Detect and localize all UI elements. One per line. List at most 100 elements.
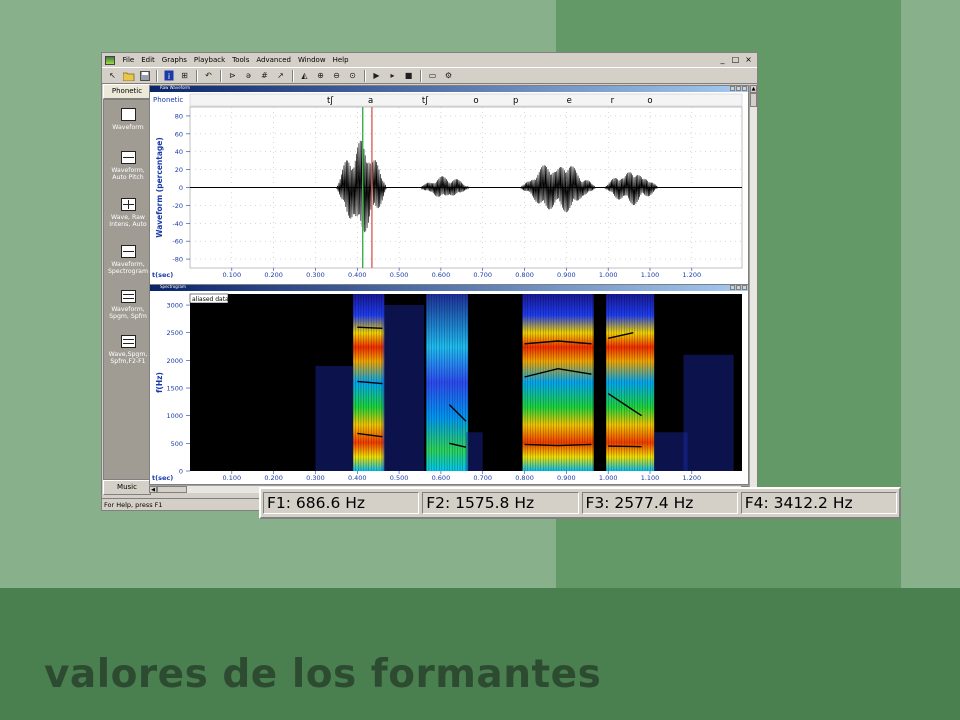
layout-three-rows-icon [120, 290, 136, 303]
layout-single-icon [120, 108, 136, 121]
close-button[interactable]: × [744, 55, 753, 64]
menu-file[interactable]: File [119, 53, 138, 67]
settings-icon[interactable]: ⚙ [442, 69, 455, 82]
y-tick-label: 1500 [166, 385, 183, 393]
play-icon[interactable]: ▶ [370, 69, 383, 82]
phonetic-symbol: o [647, 96, 652, 106]
x-tick-label: 0.200 [264, 474, 283, 482]
pitch-icon[interactable]: ↗ [274, 69, 287, 82]
scroll-thumb[interactable] [157, 486, 187, 493]
layout-label: Waveform, Spgm, Spfm [109, 306, 147, 320]
x-tick-label: 0.300 [306, 474, 325, 482]
waveform-graph[interactable]: Phonetic tʃ a tʃ o p e r o806040200-20-40-60-80W… [150, 92, 748, 284]
child-restore-button[interactable] [736, 86, 741, 91]
x-tick-label: 0.700 [473, 474, 492, 482]
spectrogram-window-controls [730, 285, 747, 290]
y-tick-label: 80 [175, 112, 183, 120]
spectrogram-noise-region [466, 432, 483, 471]
cursor-tool-icon[interactable]: ↖ [106, 69, 119, 82]
menu-graphs[interactable]: Graphs [158, 53, 190, 67]
x-tick-label: 0.800 [515, 271, 534, 279]
info-icon[interactable]: i [162, 69, 175, 82]
x-tick-label: 1.200 [683, 474, 702, 482]
zoom-in-icon[interactable]: ⊕ [314, 69, 327, 82]
x-axis-label: t(sec) [152, 474, 173, 482]
layout-item-wave-spgm-spfm-f2f1[interactable]: Wave,Spgm, Spfm,F2-F1 [104, 335, 152, 365]
child-minimize-button[interactable] [730, 86, 735, 91]
layout-label: Wave,Spgm, Spfm,F2-F1 [108, 351, 148, 365]
aliased-data-label: aliased data [192, 296, 229, 303]
spectrogram-noise-region [683, 354, 734, 471]
menu-playback[interactable]: Playback [190, 53, 228, 67]
phonetic-tier-label: Phonetic [153, 96, 183, 104]
child-minimize-button[interactable] [730, 285, 735, 290]
tab-phonetic[interactable]: Phonetic [103, 84, 151, 99]
open-folder-icon[interactable] [122, 69, 135, 82]
undo-icon[interactable]: ↶ [202, 69, 215, 82]
vertical-scrollbar[interactable]: ▲ ▼ [749, 85, 757, 500]
slide-caption: valores de los formantes [44, 652, 602, 697]
phonetic-symbol: p [513, 96, 518, 106]
stop-icon[interactable]: ■ [402, 69, 415, 82]
child-restore-button[interactable] [736, 285, 741, 290]
layout-panel: Waveform Waveform, Auto Pitch Wave, Raw … [103, 99, 151, 480]
phonetic-icon[interactable]: ə [242, 69, 255, 82]
formant-f3-value: F3: 2577.4 Hz [581, 492, 738, 514]
layout-item-waveform-auto-pitch[interactable]: Waveform, Auto Pitch [104, 151, 152, 181]
layout-item-waveform[interactable]: Waveform [104, 108, 152, 131]
layout-two-rows-icon [120, 151, 136, 164]
zoom-all-icon[interactable]: ⊙ [346, 69, 359, 82]
menu-window[interactable]: Window [294, 53, 329, 67]
segment-icon[interactable]: ⊳ [226, 69, 239, 82]
y-tick-label: -60 [172, 238, 183, 246]
y-tick-label: -40 [172, 220, 183, 228]
x-tick-label: 0.100 [223, 271, 242, 279]
spectrogram-noise-region [382, 305, 425, 471]
restore-button[interactable]: □ [731, 55, 740, 64]
spectrogram-graph[interactable]: 3000 2500 2000 1500 1000 500 0 f(Hz) 0.100 0.200 0… [150, 291, 748, 484]
layout-icon[interactable]: ⊞ [178, 69, 191, 82]
x-tick-label: 0.800 [515, 474, 534, 482]
layout-item-waveform-spectrogram[interactable]: Waveform, Spectrogram [104, 245, 152, 275]
y-tick-label: 0 [179, 184, 183, 192]
child-close-button[interactable] [742, 86, 747, 91]
waveform-window: Raw Waveform Phonetic tʃ a tʃ o p e r o 80 60 40 20 0… [149, 85, 749, 284]
x-tick-label: 1.200 [683, 271, 702, 279]
waveform-window-title: Raw Waveform [160, 85, 190, 90]
phonetic-symbol: e [567, 96, 572, 106]
chart-icon[interactable]: ◭ [298, 69, 311, 82]
formant-values-bar: F1: 686.6 Hz F2: 1575.8 Hz F3: 2577.4 Hz… [259, 487, 901, 519]
scroll-thumb[interactable] [750, 93, 757, 107]
zoom-out-icon[interactable]: ⊖ [330, 69, 343, 82]
phonetic-tier[interactable] [189, 93, 743, 107]
save-icon[interactable] [138, 69, 151, 82]
child-close-button[interactable] [742, 285, 747, 290]
layout-item-waveform-spgm-spfm[interactable]: Waveform, Spgm, Spfm [104, 290, 152, 320]
menu-help[interactable]: Help [329, 53, 352, 67]
record-icon[interactable]: ▭ [426, 69, 439, 82]
play-loop-icon[interactable]: ▸ [386, 69, 399, 82]
x-tick-label: 0.500 [390, 271, 409, 279]
minimize-button[interactable]: _ [718, 55, 727, 64]
y-tick-label: 2500 [166, 329, 183, 337]
layout-three-rows-icon [120, 335, 136, 348]
menu-advanced[interactable]: Advanced [253, 53, 295, 67]
x-tick-label: 1.100 [641, 474, 660, 482]
phonetic-symbol: r [611, 96, 615, 106]
layout-label: Waveform, Auto Pitch [111, 167, 145, 181]
x-tick-label: 0.500 [390, 474, 409, 482]
x-tick-label: 0.400 [348, 271, 367, 279]
scroll-up-arrow-icon[interactable]: ▲ [750, 85, 757, 93]
y-tick-label: 20 [175, 166, 183, 174]
tab-music[interactable]: Music [103, 480, 151, 495]
scroll-left-arrow-icon[interactable]: ◀ [149, 486, 157, 493]
x-tick-label: 0.600 [432, 271, 451, 279]
svg-text:i: i [167, 72, 169, 81]
graph-type-icon[interactable]: # [258, 69, 271, 82]
layout-label: Waveform [112, 124, 144, 131]
layout-label: Waveform, Spectrogram [108, 261, 148, 275]
menu-tools[interactable]: Tools [229, 53, 253, 67]
layout-item-wave-raw-intens[interactable]: Wave, Raw Intens, Auto [104, 198, 152, 228]
layout-sidebar: Phonetic Waveform Waveform, Auto Pitch W… [103, 84, 151, 497]
menu-edit[interactable]: Edit [138, 53, 159, 67]
